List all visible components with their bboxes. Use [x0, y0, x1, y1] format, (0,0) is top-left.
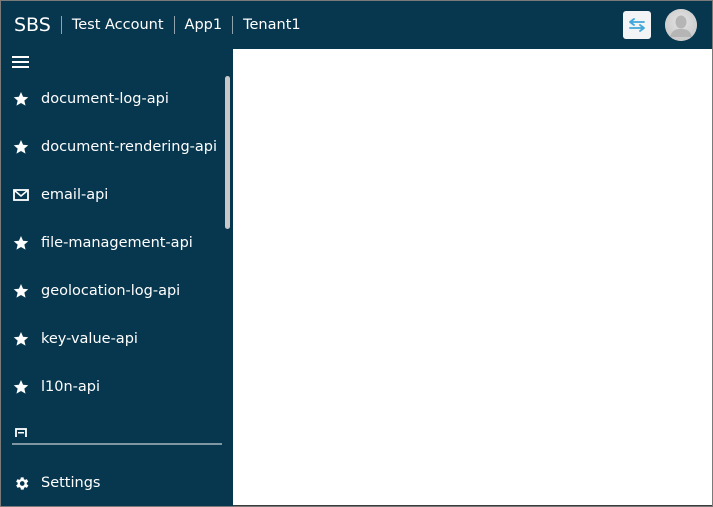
breadcrumb-app[interactable]: App1 — [185, 17, 223, 33]
breadcrumb-separator — [60, 16, 62, 34]
star-icon — [12, 138, 30, 156]
sidebar-nav-list: document-log-api document-rendering-api … — [1, 75, 233, 437]
top-header: SBS Test Account App1 Tenant1 — [1, 1, 712, 49]
sidebar-item-document-rendering-api[interactable]: document-rendering-api — [1, 123, 233, 171]
sidebar-item-document-log-api[interactable]: document-log-api — [1, 75, 233, 123]
gear-icon — [12, 474, 30, 492]
breadcrumb-separator — [173, 16, 175, 34]
breadcrumb-account[interactable]: Test Account — [72, 17, 164, 33]
brand-logo[interactable]: SBS — [14, 14, 51, 36]
envelope-icon — [12, 186, 30, 204]
user-avatar-icon — [665, 9, 697, 41]
sidebar-item-file-management-api[interactable]: file-management-api — [1, 219, 233, 267]
star-icon — [12, 330, 30, 348]
switch-context-button[interactable] — [623, 11, 651, 39]
sidebar-divider — [12, 443, 222, 445]
sidebar: document-log-api document-rendering-api … — [1, 49, 233, 506]
sidebar-item-label: geolocation-log-api — [41, 283, 181, 299]
sidebar-item-label: document-log-api — [41, 91, 169, 107]
sidebar-item-label: file-management-api — [41, 235, 193, 251]
app-window: SBS Test Account App1 Tenant1 document-l… — [1, 1, 712, 506]
document-icon — [12, 426, 30, 437]
sidebar-item-l10n-api[interactable]: l10n-api — [1, 363, 233, 411]
sidebar-item-email-api[interactable]: email-api — [1, 171, 233, 219]
star-icon — [12, 378, 30, 396]
breadcrumb-separator — [232, 16, 234, 34]
sidebar-item-geolocation-log-api[interactable]: geolocation-log-api — [1, 267, 233, 315]
star-icon — [12, 282, 30, 300]
sidebar-item-label: email-api — [41, 187, 109, 203]
window-bottom-edge — [233, 505, 712, 506]
sidebar-item-label: l10n-api — [41, 379, 101, 395]
sidebar-item-settings[interactable]: Settings — [1, 459, 233, 506]
star-icon — [12, 234, 30, 252]
sidebar-item-label: document-rendering-api — [41, 139, 218, 155]
breadcrumb-tenant[interactable]: Tenant1 — [243, 17, 301, 33]
main-content — [233, 49, 712, 505]
user-avatar-button[interactable] — [665, 9, 697, 41]
settings-label: Settings — [41, 475, 101, 491]
swap-arrows-icon — [629, 18, 645, 32]
sidebar-scrollbar[interactable] — [225, 76, 230, 229]
hamburger-icon[interactable] — [12, 56, 29, 70]
star-icon — [12, 90, 30, 108]
sidebar-item-label: key-value-api — [41, 331, 138, 347]
sidebar-item-clipped[interactable] — [1, 411, 233, 437]
sidebar-item-key-value-api[interactable]: key-value-api — [1, 315, 233, 363]
header-actions — [623, 1, 712, 49]
